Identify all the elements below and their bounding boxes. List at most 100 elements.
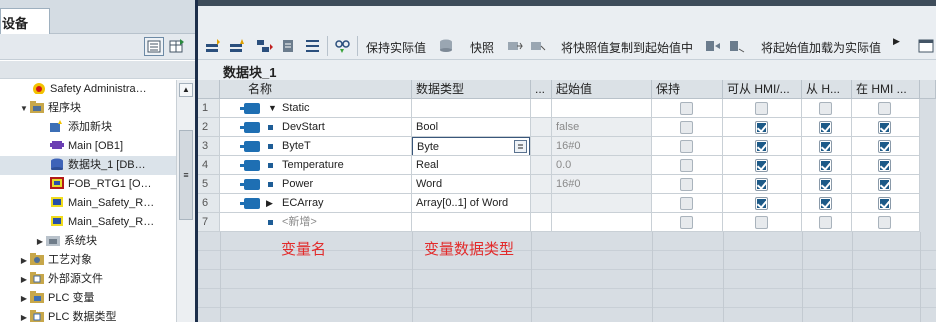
- tree-item-safety-admin[interactable]: Safety Administra…: [0, 80, 176, 99]
- hmi-visible-checkbox[interactable]: [819, 178, 832, 191]
- start-value-cell[interactable]: [552, 194, 652, 213]
- datatype-cell[interactable]: Word: [412, 175, 531, 194]
- scroll-thumb[interactable]: ≡: [179, 130, 193, 220]
- name-cell[interactable]: <新增>: [220, 213, 412, 232]
- hmi-visible-checkbox[interactable]: [819, 216, 832, 229]
- name-cell[interactable]: ▶ ECArray: [220, 194, 412, 213]
- hmi-settable-checkbox[interactable]: [878, 159, 891, 172]
- expand-arrow-icon[interactable]: ▶: [266, 194, 273, 212]
- column-header-hmi-settable[interactable]: 在 HMI ...: [852, 80, 920, 99]
- column-header-hmi-accessible[interactable]: 可从 HMI/...: [723, 80, 802, 99]
- keep-actual-values-button[interactable]: 保持实际值: [366, 39, 426, 56]
- collapse-arrow-icon[interactable]: ▼: [268, 99, 277, 117]
- copy-snapshot-to-start-button[interactable]: 将快照值复制到起始值中: [561, 39, 693, 56]
- load-start-icon[interactable]: [704, 38, 722, 54]
- monitor-glasses-icon[interactable]: [334, 38, 352, 54]
- expand-arrow-icon[interactable]: ▶: [18, 308, 30, 322]
- tree-item-data-block-1[interactable]: 数据块_1 [DB…: [0, 156, 176, 175]
- name-cell[interactable]: ▼ Static: [220, 99, 412, 118]
- table-row[interactable]: 1 ▼ Static: [198, 99, 936, 118]
- collapse-arrow-icon[interactable]: ▼: [18, 99, 30, 118]
- tree-item-add-block[interactable]: 添加新块: [0, 118, 176, 137]
- column-header-datatype[interactable]: 数据类型: [412, 80, 531, 99]
- snapshot-db-icon[interactable]: [438, 38, 456, 54]
- column-header-more[interactable]: ...: [531, 80, 552, 99]
- start-value-cell[interactable]: [552, 213, 652, 232]
- load-start-as-actual-button[interactable]: 将起始值加载为实际值: [761, 39, 881, 56]
- tree-item-tech-objects[interactable]: ▶ 工艺对象: [0, 251, 176, 270]
- expand-arrow-icon[interactable]: ▶: [34, 232, 46, 251]
- insert-row-icon[interactable]: [205, 38, 223, 54]
- hmi-accessible-checkbox[interactable]: [755, 197, 768, 210]
- retain-checkbox[interactable]: [680, 197, 693, 210]
- tree-item-main-ob1[interactable]: Main [OB1]: [0, 137, 176, 156]
- name-cell[interactable]: Power: [220, 175, 412, 194]
- hmi-accessible-checkbox[interactable]: [755, 102, 768, 115]
- retain-checkbox[interactable]: [680, 121, 693, 134]
- hmi-accessible-checkbox[interactable]: [755, 121, 768, 134]
- datatype-cell[interactable]: Bool: [412, 118, 531, 137]
- devices-tab[interactable]: 设备: [0, 8, 50, 34]
- toolbar-overflow-icon[interactable]: ▶: [893, 36, 900, 47]
- datatype-cell[interactable]: Byte ≣: [412, 137, 531, 156]
- hmi-accessible-checkbox[interactable]: [755, 159, 768, 172]
- hmi-visible-checkbox[interactable]: [819, 140, 832, 153]
- retain-checkbox[interactable]: [680, 178, 693, 191]
- hmi-visible-checkbox[interactable]: [819, 197, 832, 210]
- table-row[interactable]: 2 DevStart Bool false: [198, 118, 936, 137]
- retain-checkbox[interactable]: [680, 216, 693, 229]
- expand-all-icon[interactable]: [256, 38, 274, 54]
- retain-checkbox[interactable]: [680, 159, 693, 172]
- tree-item-main-safety-1[interactable]: Main_Safety_R…: [0, 194, 176, 213]
- scroll-up-icon[interactable]: ▲: [179, 83, 193, 97]
- expand-arrow-icon[interactable]: ▶: [18, 251, 30, 270]
- tree-grid-button[interactable]: [167, 37, 187, 56]
- tree-item-plc-tags[interactable]: ▶ PLC 变量: [0, 289, 176, 308]
- hmi-accessible-checkbox[interactable]: [755, 216, 768, 229]
- column-header-retain[interactable]: 保持: [652, 80, 723, 99]
- column-header-name[interactable]: 名称: [220, 80, 412, 99]
- expand-arrow-icon[interactable]: ▶: [18, 270, 30, 289]
- hmi-settable-checkbox[interactable]: [878, 140, 891, 153]
- tree-item-system-blocks[interactable]: ▶ 系统块: [0, 232, 176, 251]
- name-cell[interactable]: Temperature: [220, 156, 412, 175]
- start-value-cell[interactable]: [552, 99, 652, 118]
- hmi-settable-checkbox[interactable]: [878, 216, 891, 229]
- load-start-alt-icon[interactable]: [728, 38, 746, 54]
- collapse-all-icon[interactable]: [281, 38, 299, 54]
- hmi-visible-checkbox[interactable]: [819, 102, 832, 115]
- add-row-icon[interactable]: [229, 38, 247, 54]
- copy-snapshot-alt-icon[interactable]: [529, 38, 547, 54]
- copy-snapshot-icon[interactable]: [506, 38, 524, 54]
- hmi-accessible-checkbox[interactable]: [755, 140, 768, 153]
- tree-item-program-blocks[interactable]: ▼ 程序块: [0, 99, 176, 118]
- start-value-cell[interactable]: false: [552, 118, 652, 137]
- start-value-cell[interactable]: 16#0: [552, 175, 652, 194]
- table-row[interactable]: 3 ByteT Byte ≣ 16#0: [198, 137, 936, 156]
- hmi-visible-checkbox[interactable]: [819, 159, 832, 172]
- datatype-cell[interactable]: Array[0..1] of Word: [412, 194, 531, 213]
- tree-vertical-scrollbar[interactable]: ▲ ≡: [176, 80, 195, 322]
- window-layout-icon[interactable]: [918, 38, 936, 54]
- tree-item-external-sources[interactable]: ▶ 外部源文件: [0, 270, 176, 289]
- datatype-cell[interactable]: [412, 213, 531, 232]
- retain-checkbox[interactable]: [680, 102, 693, 115]
- hmi-settable-checkbox[interactable]: [878, 102, 891, 115]
- datatype-input[interactable]: Byte ≣: [412, 137, 530, 155]
- expand-arrow-icon[interactable]: ▶: [18, 289, 30, 308]
- hmi-settable-checkbox[interactable]: [878, 121, 891, 134]
- tree-item-fob-rtg1[interactable]: FOB_RTG1 [O…: [0, 175, 176, 194]
- start-value-cell[interactable]: 16#0: [552, 137, 652, 156]
- datatype-cell[interactable]: Real: [412, 156, 531, 175]
- table-row[interactable]: 4 Temperature Real 0.0: [198, 156, 936, 175]
- column-header-start-value[interactable]: 起始值: [552, 80, 652, 99]
- hmi-settable-checkbox[interactable]: [878, 178, 891, 191]
- table-row[interactable]: 5 Power Word 16#0: [198, 175, 936, 194]
- snapshot-button[interactable]: 快照: [470, 39, 494, 56]
- tree-item-plc-datatypes[interactable]: ▶ PLC 数据类型: [0, 308, 176, 322]
- list-view-icon[interactable]: [304, 38, 322, 54]
- type-list-icon[interactable]: ≣: [514, 140, 527, 153]
- datatype-cell[interactable]: [412, 99, 531, 118]
- table-row[interactable]: 6 ▶ ECArray Array[0..1] of Word: [198, 194, 936, 213]
- table-row-new[interactable]: 7 <新增>: [198, 213, 936, 232]
